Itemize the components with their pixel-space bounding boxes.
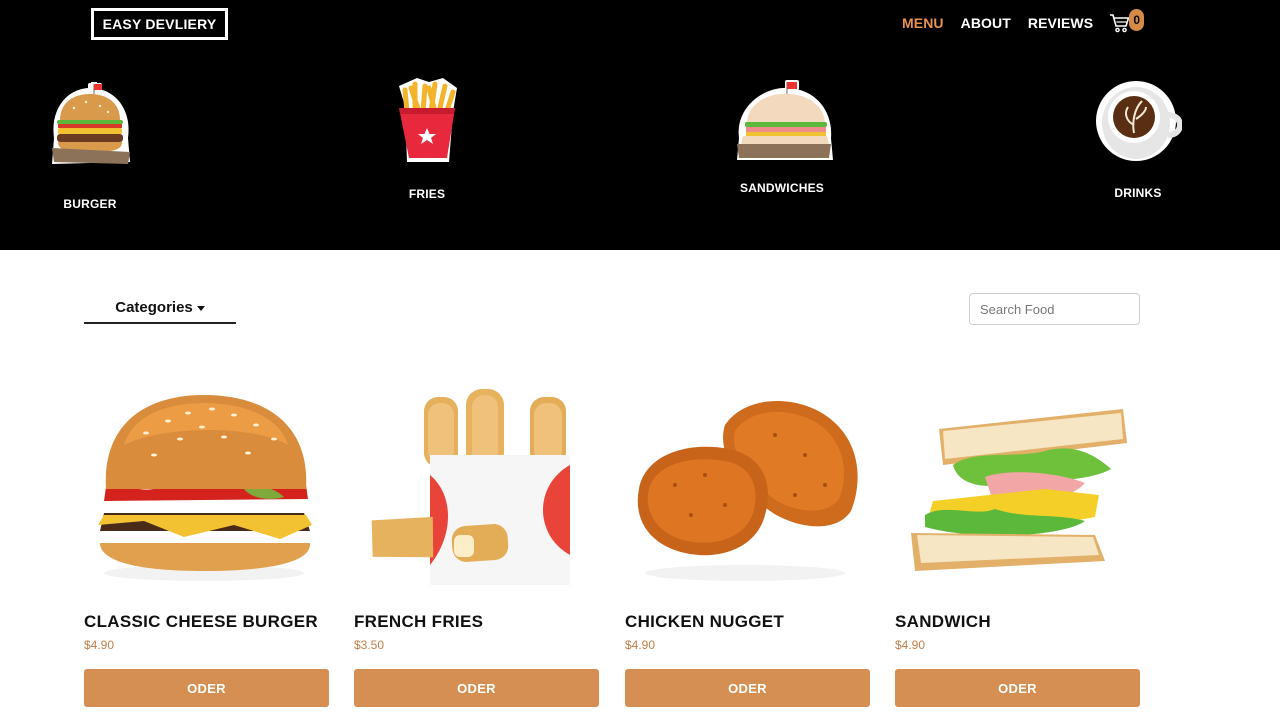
- sandwich-image: [911, 409, 1127, 571]
- caret-down-icon: [196, 306, 205, 311]
- category-label: DRINKS: [1114, 186, 1162, 200]
- product-price: $4.90: [895, 638, 926, 652]
- cheese-burger-image: [98, 395, 312, 581]
- categories-label: Categories: [115, 299, 193, 316]
- product-card: CLASSIC CHEESE BURGER $4.90 ODER: [84, 385, 329, 720]
- coffee-cup-icon: [1096, 81, 1183, 161]
- product-name: CHICKEN NUGGET: [625, 612, 785, 631]
- fries-icon: [399, 78, 457, 162]
- product-card: CHICKEN NUGGET $4.90 ODER: [625, 385, 870, 720]
- categories-dropdown[interactable]: Categories: [84, 296, 236, 324]
- category-fries[interactable]: FRIES: [383, 76, 471, 201]
- product-card: SANDWICH $4.90 ODER: [895, 385, 1140, 720]
- product-card: FRENCH FRIES $3.50 ODER: [354, 385, 599, 720]
- product-price: $3.50: [354, 638, 385, 652]
- category-label: FRIES: [408, 187, 446, 201]
- burger-icon: [52, 82, 130, 164]
- order-button[interactable]: ODER: [895, 669, 1140, 707]
- order-button[interactable]: ODER: [84, 669, 329, 707]
- product-price: $4.90: [84, 638, 115, 652]
- category-label: BURGER: [63, 197, 117, 211]
- category-label: SANDWICHES: [739, 181, 824, 195]
- cart-button[interactable]: 0: [1109, 9, 1145, 35]
- product-price: $4.90: [625, 638, 656, 652]
- category-sandwiches[interactable]: SANDWICHES: [724, 78, 840, 195]
- search-input[interactable]: [969, 293, 1140, 325]
- product-name: CLASSIC CHEESE BURGER: [84, 612, 318, 631]
- sandwich-icon: [737, 80, 833, 160]
- nav-about[interactable]: ABOUT: [961, 15, 1011, 31]
- cart-count-badge: 0: [1129, 9, 1145, 31]
- category-burger[interactable]: BURGER: [44, 78, 136, 211]
- french-fries-image: [371, 389, 570, 585]
- chicken-nugget-image: [637, 401, 858, 581]
- header: EASY DEVLIERY MENU ABOUT REVIEWS 0 BURGE…: [0, 0, 1280, 250]
- cart-icon: [1110, 14, 1130, 33]
- product-name: SANDWICH: [895, 612, 991, 631]
- nav-reviews[interactable]: REVIEWS: [1028, 15, 1093, 31]
- product-name: FRENCH FRIES: [354, 612, 484, 631]
- nav-menu[interactable]: MENU: [902, 15, 944, 31]
- main-nav: MENU ABOUT REVIEWS 0: [902, 9, 1145, 35]
- order-button[interactable]: ODER: [354, 669, 599, 707]
- order-button[interactable]: ODER: [625, 669, 870, 707]
- category-drinks[interactable]: DRINKS: [1094, 77, 1183, 200]
- logo[interactable]: EASY DEVLIERY: [91, 8, 228, 40]
